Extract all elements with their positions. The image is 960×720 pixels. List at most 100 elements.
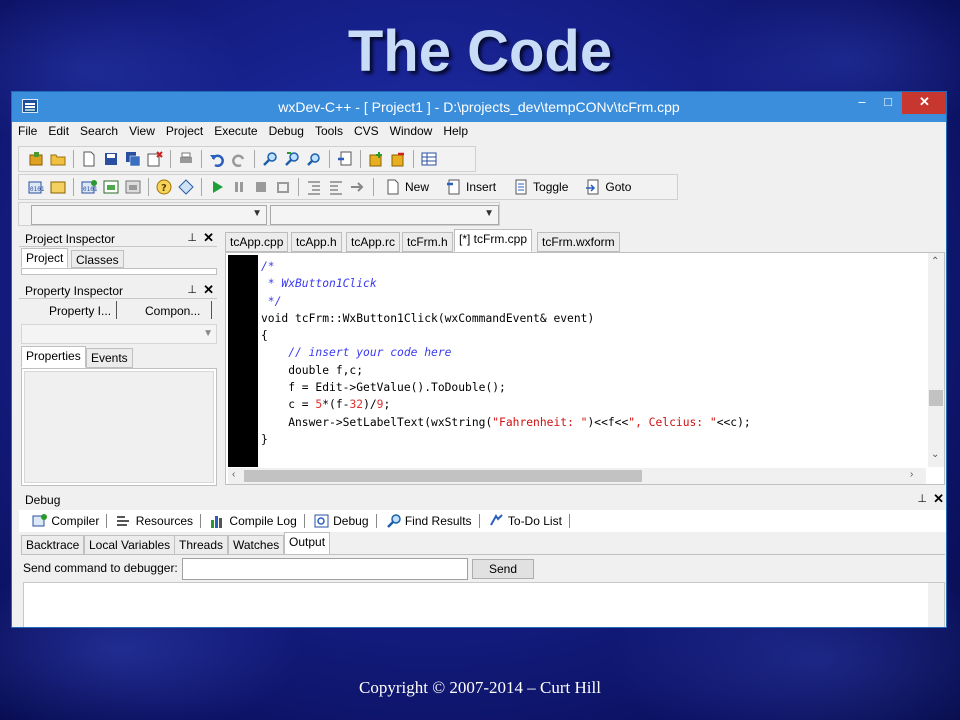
tab-todo-list[interactable]: To-Do List [486,512,565,530]
tab-tcfrm-cpp[interactable]: [*] tcFrm.cpp [454,229,533,252]
run-project-icon[interactable] [50,179,66,195]
tab-project[interactable]: Project [21,248,69,268]
tab-properties[interactable]: Properties [21,346,86,368]
remove-from-project-icon[interactable] [390,151,406,167]
window-title: wxDev-C++ - [ Project1 ] - D:\projects_d… [278,99,680,115]
maximize-button[interactable]: □ [874,92,902,114]
step-icon[interactable] [275,179,291,195]
editor-horizontal-scrollbar[interactable]: ‹ › [228,468,926,484]
tab-tcfrm-wxform[interactable]: tcFrm.wxform [537,232,620,252]
menu-tools[interactable]: Tools [309,122,348,138]
tab-resources[interactable]: Resources [113,512,196,530]
tab-watches[interactable]: Watches [228,535,285,555]
tab-output[interactable]: Output [284,532,331,555]
tab-debug[interactable]: Debug [311,512,372,530]
class-combo[interactable]: ▼ [31,205,267,225]
menu-search[interactable]: Search [74,122,123,138]
menu-execute[interactable]: Execute [208,122,262,138]
close-file-icon[interactable] [147,151,163,167]
find-icon[interactable] [262,151,278,167]
pause-icon[interactable] [231,179,247,195]
help-icon[interactable]: ? [156,179,172,195]
tab-events[interactable]: Events [86,348,133,368]
scroll-thumb[interactable] [244,470,642,482]
property-inspector-title: Property Inspector [25,284,124,298]
pin-icon[interactable]: ⊥ [187,231,197,244]
rebuild-icon[interactable] [103,179,119,195]
class-browser-icon[interactable] [421,151,437,167]
code-editor[interactable]: /* * WxButton1Click */ void tcFrm::WxBut… [225,252,945,485]
tab-local-variables[interactable]: Local Variables [84,535,176,555]
save-all-icon[interactable] [125,151,141,167]
new-file-icon[interactable] [81,151,97,167]
insert-button[interactable]: Insert [443,179,496,195]
about-icon[interactable] [178,179,194,195]
toggle-button[interactable]: Toggle [510,179,568,195]
menu-edit[interactable]: Edit [42,122,74,138]
pin-icon[interactable]: ⊥ [187,283,197,296]
add-to-project-icon[interactable] [368,151,384,167]
property-grid[interactable] [21,368,217,486]
minimize-button[interactable]: – [848,92,876,114]
run-icon[interactable] [209,179,225,195]
compile-icon[interactable]: 0101 [28,179,45,195]
open-folder-icon[interactable] [50,151,66,167]
close-icon[interactable]: ✕ [203,230,214,246]
tab-compiler[interactable]: Compiler [29,512,102,530]
menu-project[interactable]: Project [160,122,208,138]
unindent-icon[interactable] [328,179,344,195]
tab-threads[interactable]: Threads [174,535,229,555]
chevron-up-icon[interactable]: ⌃ [931,256,939,267]
tab-tcapp-cpp[interactable]: tcApp.cpp [225,232,289,252]
tab-find-results[interactable]: Find Results [383,512,475,530]
pin-icon[interactable]: ⊥ [917,492,927,505]
replace-icon[interactable] [284,151,300,167]
clean-icon[interactable] [125,179,141,195]
tab-tcapp-h[interactable]: tcApp.h [291,232,342,252]
undo-icon[interactable] [209,151,225,167]
compile-run-icon[interactable]: 0101 [81,179,98,195]
debugger-command-input[interactable] [182,558,468,580]
debug-output-area[interactable] [23,582,945,627]
debug-panel-title: Debug [25,493,61,507]
close-button[interactable]: ✕ [902,92,946,114]
tab-backtrace[interactable]: Backtrace [21,535,85,555]
chevron-down-icon[interactable]: ⌄ [931,449,939,460]
print-icon[interactable] [178,151,194,167]
menu-view[interactable]: View [123,122,160,138]
menu-debug[interactable]: Debug [263,122,309,138]
tab-compile-log[interactable]: Compile Log [207,512,300,530]
tab-tcapp-rc[interactable]: tcApp.rc [346,232,401,252]
send-button[interactable]: Send [472,559,534,579]
goto-line-icon[interactable] [337,151,353,167]
menu-window[interactable]: Window [384,122,438,138]
editor-vertical-scrollbar[interactable]: ⌃ ⌄ [928,253,944,467]
menu-cvs[interactable]: CVS [348,122,384,138]
tab-tcfrm-h[interactable]: tcFrm.h [402,232,453,252]
goto-button[interactable]: Goto [582,179,631,195]
chevron-right-icon[interactable]: › [910,469,913,480]
redo-icon[interactable] [231,151,247,167]
scroll-thumb[interactable] [929,390,943,406]
tab-classes[interactable]: Classes [71,250,124,268]
output-scrollbar[interactable] [928,583,944,627]
indent-icon[interactable] [306,179,322,195]
menu-help[interactable]: Help [437,122,473,138]
member-combo[interactable]: ▼ [270,205,499,225]
close-icon[interactable]: ✕ [203,282,214,298]
find-next-icon[interactable] [306,151,322,167]
open-project-icon[interactable] [28,151,44,167]
component-combo[interactable]: ▼ [21,324,217,344]
code-text[interactable]: /* * WxButton1Click */ void tcFrm::WxBut… [261,258,751,448]
svg-text:?: ? [161,183,167,194]
new-breakpoint-button[interactable]: New [382,179,429,195]
property-column-header[interactable]: Property I... [49,304,111,318]
stop-icon[interactable] [253,179,269,195]
close-icon[interactable]: ✕ [933,491,944,507]
menu-file[interactable]: File [12,122,42,138]
toggle-comment-icon[interactable] [350,179,366,195]
component-column-header[interactable]: Compon... [145,304,200,318]
project-tree[interactable] [21,268,217,275]
save-icon[interactable] [103,151,119,167]
chevron-left-icon[interactable]: ‹ [232,469,235,480]
